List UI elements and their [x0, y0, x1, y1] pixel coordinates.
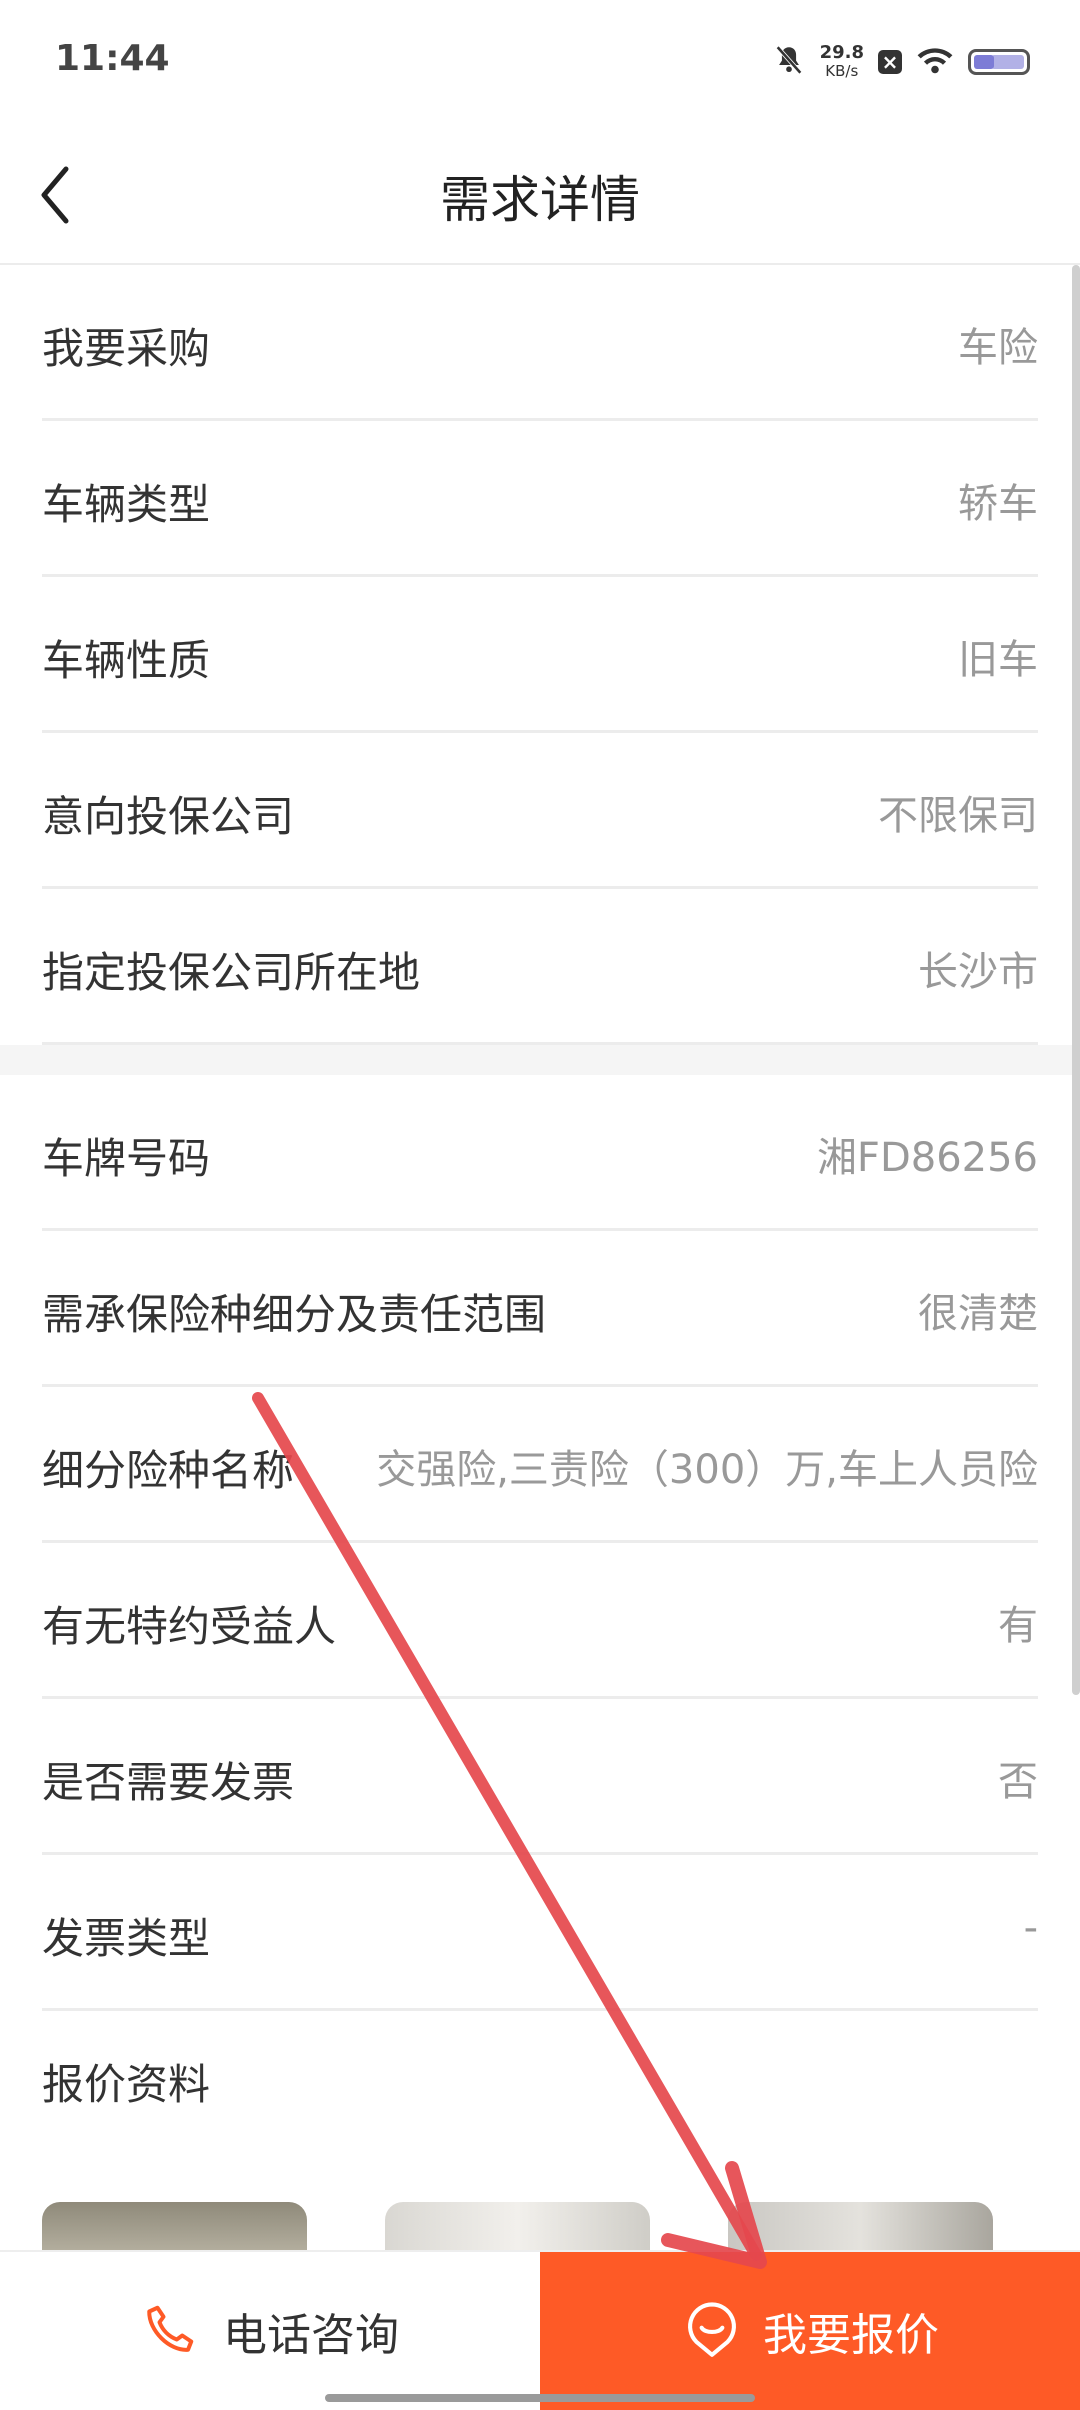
detail-content: 我要采购 车险 车辆类型 轿车 车辆性质 旧车 意向投保公司 不限保司 指定投保… [0, 265, 1080, 2161]
net-speed-unit: KB/s [825, 62, 859, 80]
detail-row-vehicle-nature: 车辆性质 旧车 [42, 577, 1038, 733]
wifi-icon [916, 45, 954, 79]
row-value: 有 [998, 1603, 1038, 1649]
row-label: 我要采购 [42, 324, 211, 373]
row-label: 意向投保公司 [42, 792, 295, 841]
navigation-bar: 需求详情 [0, 125, 1080, 265]
mute-bell-icon [772, 43, 806, 81]
row-value: 湘FD86256 [816, 1135, 1038, 1181]
bottom-action-bar: 电话咨询 我要报价 [0, 2250, 1080, 2410]
row-label: 细分险种名称 [42, 1446, 295, 1495]
row-label: 需承保险种细分及责任范围 [42, 1290, 547, 1339]
row-label: 有无特约受益人 [42, 1602, 337, 1651]
quote-material-image[interactable] [385, 2202, 650, 2250]
row-label: 指定投保公司所在地 [42, 948, 421, 997]
detail-row-plate-number: 车牌号码 湘FD86256 [42, 1075, 1038, 1231]
phone-consult-label: 电话咨询 [223, 2310, 399, 2361]
row-label: 发票类型 [42, 1914, 211, 1963]
row-label: 车牌号码 [42, 1134, 211, 1183]
home-indicator[interactable] [325, 2394, 755, 2402]
row-label: 车辆类型 [42, 480, 211, 529]
detail-row-insurer-location: 指定投保公司所在地 长沙市 [42, 889, 1038, 1045]
battery-icon [968, 49, 1030, 75]
row-value: 车险 [958, 325, 1038, 371]
row-value: 旧车 [958, 637, 1038, 683]
detail-row-beneficiary: 有无特约受益人 有 [42, 1543, 1038, 1699]
detail-row-purchase: 我要采购 车险 [42, 265, 1038, 421]
row-value: 否 [998, 1759, 1038, 1805]
detail-row-coverage-names: 细分险种名称 交强险,三责险（300）万,车上人员险 [42, 1387, 1038, 1543]
row-value: - [1023, 1905, 1038, 1951]
quote-material-image[interactable] [42, 2202, 307, 2250]
detail-row-invoice-needed: 是否需要发票 否 [42, 1699, 1038, 1855]
section-divider [0, 1045, 1080, 1075]
quote-material-thumbnails [0, 2202, 1080, 2250]
quote-material-image[interactable] [728, 2202, 993, 2250]
detail-row-invoice-type: 发票类型 - [42, 1855, 1038, 2011]
phone-icon [141, 2299, 201, 2363]
row-value: 长沙市 [918, 949, 1038, 995]
row-label: 是否需要发票 [42, 1758, 295, 1807]
status-time: 11:44 [55, 38, 170, 79]
scrollbar[interactable] [1072, 265, 1080, 1695]
status-bar: 11:44 29.8 KB/s × [0, 0, 1080, 125]
net-speed: 29.8 KB/s [819, 42, 864, 81]
section-coverage-info: 车牌号码 湘FD86256 需承保险种细分及责任范围 很清楚 细分险种名称 交强… [0, 1075, 1080, 2011]
chat-bubble-icon [681, 2298, 743, 2364]
submit-quote-button[interactable]: 我要报价 [540, 2252, 1080, 2410]
row-value: 轿车 [958, 481, 1038, 527]
detail-row-insurer: 意向投保公司 不限保司 [42, 733, 1038, 889]
phone-consult-button[interactable]: 电话咨询 [0, 2252, 540, 2410]
submit-quote-label: 我要报价 [763, 2310, 939, 2361]
quote-materials-header: 报价资料 [42, 2011, 1080, 2161]
detail-row-vehicle-type: 车辆类型 轿车 [42, 421, 1038, 577]
row-value: 很清楚 [918, 1291, 1038, 1337]
row-label: 车辆性质 [42, 636, 211, 685]
detail-row-coverage-scope: 需承保险种细分及责任范围 很清楚 [42, 1231, 1038, 1387]
page-title: 需求详情 [440, 171, 640, 229]
net-speed-value: 29.8 [819, 42, 864, 63]
section-purchase-info: 我要采购 车险 车辆类型 轿车 车辆性质 旧车 意向投保公司 不限保司 指定投保… [0, 265, 1080, 1045]
status-icons: 29.8 KB/s × [772, 40, 1030, 84]
x-notification-icon: × [878, 50, 902, 74]
row-value: 不限保司 [878, 793, 1038, 839]
row-value: 交强险,三责险（300）万,车上人员险 [376, 1447, 1038, 1493]
quote-materials-label: 报价资料 [42, 2060, 211, 2109]
